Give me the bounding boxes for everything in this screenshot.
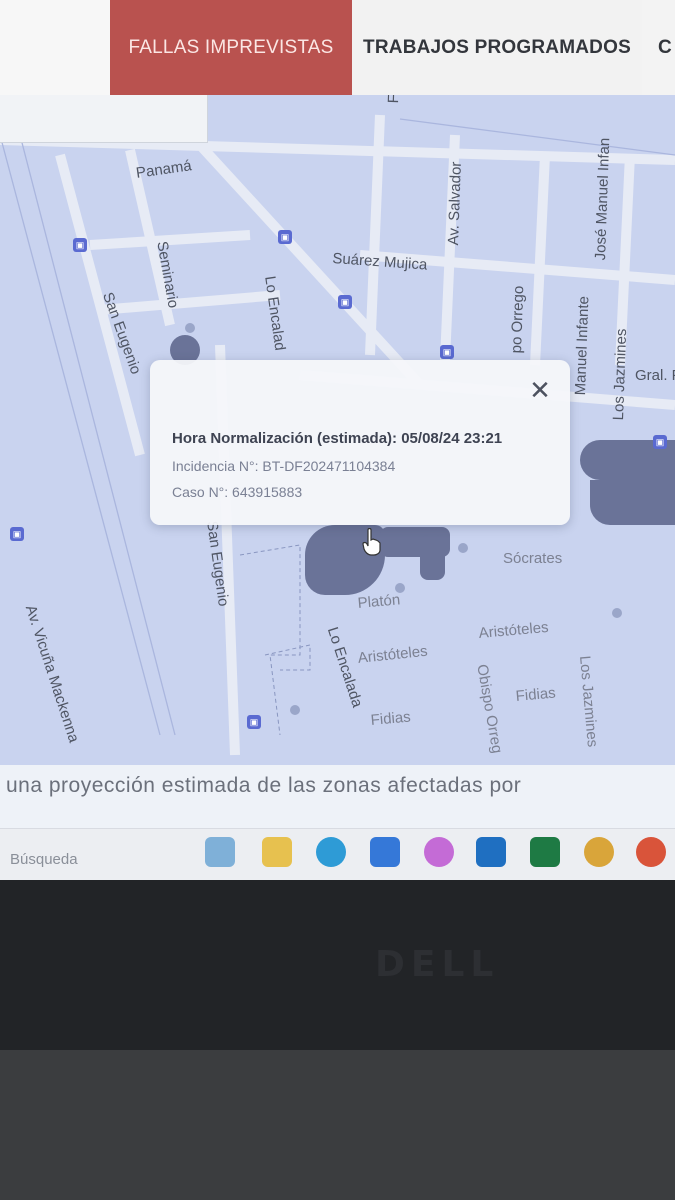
street-label: Fidias (370, 708, 412, 729)
excel-icon[interactable] (530, 837, 560, 867)
tab-spacer (0, 0, 110, 95)
map-poi-dot (612, 608, 622, 618)
street-label: Fidias (515, 684, 557, 705)
map-poi-dot (395, 583, 405, 593)
street-label: Gral. F (635, 367, 675, 384)
desk-surface (0, 1050, 675, 1200)
affected-zone (590, 480, 675, 525)
map-panel (0, 95, 208, 143)
street-label: Manuel Infante (572, 295, 593, 396)
dell-logo-icon: DELL (375, 944, 499, 985)
screen: FALLAS IMPREVISTAS TRABAJOS PROGRAMADOS … (0, 0, 675, 880)
street-label: Av. Salvador (445, 161, 465, 246)
store-icon[interactable] (370, 837, 400, 867)
street-label: Sócrates (503, 550, 563, 567)
map-poi-dot (458, 543, 468, 553)
affected-zone (420, 535, 445, 580)
bus-stop-icon[interactable]: ▣ (73, 238, 87, 252)
case-number: Caso N°: 643915883 (172, 484, 303, 500)
svg-text:DELL: DELL (375, 944, 499, 985)
bus-stop-icon[interactable]: ▣ (10, 527, 24, 541)
tab-bar: FALLAS IMPREVISTAS TRABAJOS PROGRAMADOS … (0, 0, 675, 96)
tab-trabajos-programados[interactable]: TRABAJOS PROGRAMADOS (352, 0, 642, 95)
chrome-profile-icon[interactable] (636, 837, 666, 867)
outlook-icon[interactable] (476, 837, 506, 867)
chrome-icon[interactable] (584, 837, 614, 867)
bus-stop-icon[interactable]: ▣ (653, 435, 667, 449)
map-poi-dot (185, 323, 195, 333)
widgets-icon[interactable] (205, 837, 235, 867)
bus-stop-icon[interactable]: ▣ (338, 295, 352, 309)
street-label: po Orrego (508, 285, 528, 354)
edge-icon[interactable] (316, 837, 346, 867)
map-caption: una proyección estimada de las zonas afe… (6, 774, 522, 797)
close-icon[interactable]: ✕ (528, 377, 552, 403)
tab-fallas-imprevistas[interactable]: FALLAS IMPREVISTAS (110, 0, 352, 95)
street-label: Fe (385, 95, 403, 104)
map-poi-dot (290, 705, 300, 715)
copilot-icon[interactable] (424, 837, 454, 867)
outage-info-popup: ✕ Hora Normalización (estimada): 05/08/2… (150, 360, 570, 525)
taskbar-search[interactable]: Búsqueda (10, 851, 78, 868)
windows-taskbar: Búsqueda (0, 828, 675, 880)
normalization-time: Hora Normalización (estimada): 05/08/24 … (172, 430, 503, 447)
bus-stop-icon[interactable]: ▣ (247, 715, 261, 729)
file-explorer-icon[interactable] (262, 837, 292, 867)
bus-stop-icon[interactable]: ▣ (278, 230, 292, 244)
tab-third-partial[interactable]: C (642, 0, 675, 95)
laptop-bezel: DELL (0, 880, 675, 1050)
bus-stop-icon[interactable]: ▣ (440, 345, 454, 359)
incidence-number: Incidencia N°: BT-DF202471104384 (172, 458, 396, 474)
street-label: Los Jazmines (610, 328, 631, 421)
hand-cursor-icon (362, 528, 381, 556)
